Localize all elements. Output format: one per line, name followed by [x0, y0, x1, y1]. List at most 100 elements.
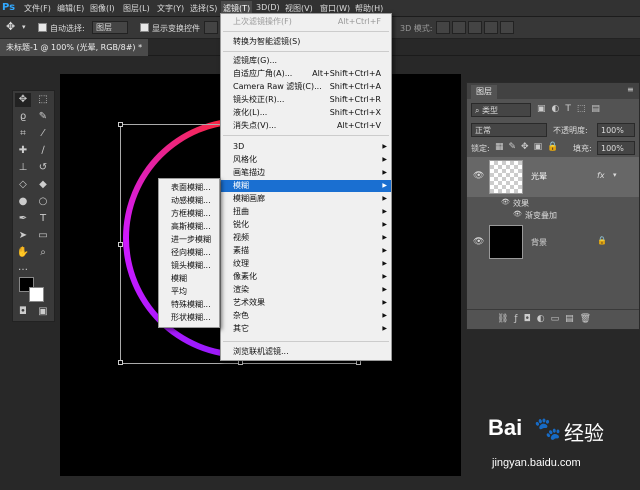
quick-mask-icon[interactable]: ◘ — [15, 305, 31, 319]
menu-item-liquify[interactable]: 液化(L)... Shift+Ctrl+X — [221, 107, 391, 119]
blend-mode-dropdown[interactable]: 正常 — [471, 123, 547, 137]
menu-item-filter-gallery[interactable]: 滤镜库(G)... — [221, 55, 391, 67]
menu-3d[interactable]: 3D(D) — [256, 3, 280, 12]
fx-icon[interactable]: fx — [597, 171, 605, 180]
submenu-item-box-blur[interactable]: 方框模糊... — [159, 207, 219, 220]
effect-row[interactable]: 👁 渐变叠加 — [467, 209, 639, 221]
submenu-item-blur-more[interactable]: 进一步模糊 — [159, 233, 219, 246]
transform-handle[interactable] — [118, 360, 123, 365]
shape-tool-icon[interactable]: ▭ — [35, 229, 51, 243]
show-transform-checkbox[interactable] — [140, 23, 149, 32]
menu-item-camera-raw[interactable]: Camera Raw 滤镜(C)... Shift+Ctrl+A — [221, 81, 391, 93]
paint-bucket-tool-icon[interactable]: ◆ — [35, 178, 51, 192]
dodge-tool-icon[interactable]: ○ — [35, 195, 51, 209]
menu-image[interactable]: 图像(I) — [90, 3, 115, 14]
auto-select-dropdown[interactable]: 图层 — [92, 21, 128, 34]
more-tools-icon[interactable]: … — [15, 261, 31, 275]
menu-layer[interactable]: 图层(L) — [123, 3, 150, 14]
clone-stamp-tool-icon[interactable]: ⊥ — [15, 161, 31, 175]
hand-tool-icon[interactable]: ✋ — [15, 246, 31, 260]
auto-select-checkbox[interactable] — [38, 23, 47, 32]
pen-tool-icon[interactable]: ✒ — [15, 212, 31, 226]
chevron-down-icon[interactable]: ▾ — [22, 23, 26, 31]
menu-item-browse-online[interactable]: 浏览联机滤镜... — [221, 346, 391, 358]
menu-item-3d[interactable]: 3D ▶ — [221, 141, 391, 153]
menu-item-texture[interactable]: 纹理 ▶ — [221, 258, 391, 270]
lock-icons[interactable]: ▦✎✥▣🔒 — [495, 142, 563, 152]
eye-icon[interactable]: 👁 — [501, 198, 510, 206]
type-tool-icon[interactable]: T — [35, 212, 51, 226]
menu-item-lens-correction[interactable]: 镜头校正(R)... Shift+Ctrl+R — [221, 94, 391, 106]
menu-item-noise[interactable]: 杂色 ▶ — [221, 310, 391, 322]
screen-mode-icon[interactable]: ▣ — [35, 305, 51, 319]
menu-item-convert-smart-filter[interactable]: 转换为智能滤镜(S) — [221, 36, 391, 48]
submenu-item-radial-blur[interactable]: 径向模糊... — [159, 246, 219, 259]
align-top-button[interactable] — [204, 21, 218, 34]
eye-icon[interactable]: 👁 — [473, 171, 484, 181]
menu-item-vanishing-point[interactable]: 消失点(V)... Alt+Ctrl+V — [221, 120, 391, 132]
opacity-field[interactable]: 100% — [597, 123, 635, 137]
menu-item-blur-gallery[interactable]: 模糊画廊 ▶ — [221, 193, 391, 205]
3d-scale-button[interactable] — [500, 21, 514, 34]
submenu-item-lens-blur[interactable]: 镜头模糊... — [159, 259, 219, 272]
zoom-tool-icon[interactable]: ⌕ — [35, 246, 51, 260]
transform-handle[interactable] — [118, 242, 123, 247]
menu-item-artistic[interactable]: 艺术效果 ▶ — [221, 297, 391, 309]
marquee-tool-icon[interactable]: ⬚ — [35, 93, 51, 107]
layer-actions-icons[interactable]: ⛓ƒ◘◐▭▤🗑 — [497, 314, 597, 324]
menu-edit[interactable]: 编辑(E) — [57, 3, 84, 14]
healing-brush-tool-icon[interactable]: ✚ — [15, 144, 31, 158]
eye-icon[interactable]: 👁 — [513, 210, 522, 218]
menu-select[interactable]: 选择(S) — [190, 3, 217, 14]
menu-item-video[interactable]: 视频 ▶ — [221, 232, 391, 244]
move-tool-icon[interactable]: ✥ — [15, 93, 31, 107]
menu-item-pixelate[interactable]: 像素化 ▶ — [221, 271, 391, 283]
history-brush-tool-icon[interactable]: ↺ — [35, 161, 51, 175]
menu-item-stylize[interactable]: 风格化 ▶ — [221, 154, 391, 166]
menu-item-adaptive-wide-angle[interactable]: 自适应广角(A)... Alt+Shift+Ctrl+A — [221, 68, 391, 80]
submenu-item-blur[interactable]: 模糊 — [159, 272, 219, 285]
3d-rotate-button[interactable] — [436, 21, 450, 34]
menu-item-sharpen[interactable]: 锐化 ▶ — [221, 219, 391, 231]
eyedropper-tool-icon[interactable]: ⁄ — [35, 127, 51, 141]
menu-item-last-filter[interactable]: 上次滤镜操作(F) Alt+Ctrl+F — [221, 16, 391, 28]
menu-file[interactable]: 文件(F) — [24, 3, 51, 14]
effect-name[interactable]: 渐变叠加 — [525, 210, 557, 221]
3d-pan-button[interactable] — [468, 21, 482, 34]
lasso-tool-icon[interactable]: ϱ — [15, 110, 31, 124]
layer-row[interactable]: 👁 光晕 fx ▾ — [467, 157, 639, 197]
transform-handle[interactable] — [118, 122, 123, 127]
tab-layers[interactable]: 图层 — [471, 85, 497, 99]
submenu-item-smart-blur[interactable]: 特殊模糊... — [159, 298, 219, 311]
path-select-tool-icon[interactable]: ➤ — [15, 229, 31, 243]
submenu-item-gaussian-blur[interactable]: 高斯模糊... — [159, 220, 219, 233]
document-tab[interactable]: 未标题-1 @ 100% (光晕, RGB/8#) * — [0, 39, 149, 56]
fill-field[interactable]: 100% — [597, 141, 635, 155]
3d-slide-button[interactable] — [484, 21, 498, 34]
panel-menu-icon[interactable]: ≡ — [627, 85, 634, 94]
menu-item-sketch[interactable]: 素描 ▶ — [221, 245, 391, 257]
submenu-item-shape-blur[interactable]: 形状模糊... — [159, 311, 219, 324]
effects-row[interactable]: 👁 效果 — [467, 197, 639, 209]
submenu-item-average[interactable]: 平均 — [159, 285, 219, 298]
eraser-tool-icon[interactable]: ◇ — [15, 178, 31, 192]
filter-icons[interactable]: ▣◐T⬚▤ — [537, 104, 606, 114]
chevron-down-icon[interactable]: ▾ — [613, 171, 617, 179]
move-tool-icon[interactable]: ✥ — [6, 20, 15, 33]
menu-item-render[interactable]: 渲染 ▶ — [221, 284, 391, 296]
quick-select-tool-icon[interactable]: ✎ — [35, 110, 51, 124]
3d-roll-button[interactable] — [452, 21, 466, 34]
crop-tool-icon[interactable]: ⌗ — [15, 127, 31, 141]
layer-row[interactable]: 👁 背景 🔒 — [467, 223, 639, 263]
blur-tool-icon[interactable]: ● — [15, 195, 31, 209]
menu-item-distort[interactable]: 扭曲 ▶ — [221, 206, 391, 218]
layer-name[interactable]: 光晕 — [531, 171, 547, 182]
menu-type[interactable]: 文字(Y) — [157, 3, 184, 14]
background-color-swatch[interactable] — [29, 287, 44, 302]
menu-item-brush-strokes[interactable]: 画笔描边 ▶ — [221, 167, 391, 179]
brush-tool-icon[interactable]: ∕ — [35, 144, 51, 158]
submenu-item-surface-blur[interactable]: 表面模糊... — [159, 181, 219, 194]
menu-item-blur[interactable]: 模糊 ▶ — [221, 180, 391, 192]
layer-name[interactable]: 背景 — [531, 237, 547, 248]
menu-item-other[interactable]: 其它 ▶ — [221, 323, 391, 335]
